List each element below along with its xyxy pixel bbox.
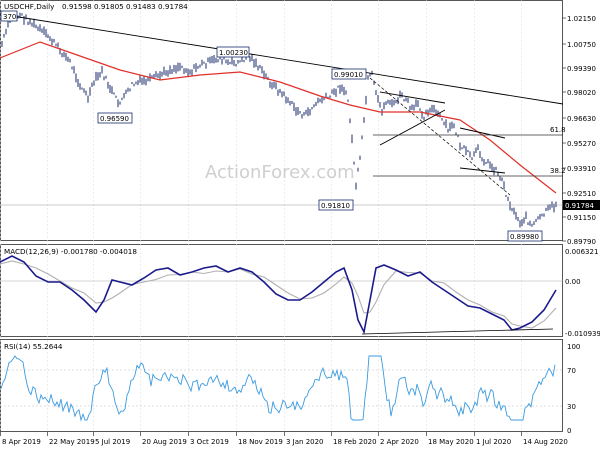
x-tick-label: 18 Nov 2019 bbox=[238, 438, 283, 446]
rsi-label: RSI(14) 55.2644 bbox=[4, 342, 63, 351]
price-panel[interactable] bbox=[0, 0, 563, 241]
svg-text:0.91784: 0.91784 bbox=[565, 202, 594, 210]
macd-label: MACD(12,26,9) -0.001780 -0.004018 bbox=[4, 247, 137, 256]
price-tick-label: 0.89790 bbox=[567, 238, 596, 246]
price-tick-label: 0.96630 bbox=[567, 115, 596, 123]
price-tick-label: 1.02150 bbox=[567, 15, 596, 23]
svg-text:0.99010: 0.99010 bbox=[334, 71, 363, 79]
label-096590-box: 0.96590 bbox=[97, 112, 133, 124]
x-tick-label: 3 Jan 2020 bbox=[286, 438, 324, 446]
rsi-tick-label: 0 bbox=[567, 427, 571, 435]
label-091810-box: 0.91810 bbox=[318, 199, 354, 211]
x-tick-label: 5 Jul 2019 bbox=[95, 438, 130, 446]
fib-618-label: 61.8 bbox=[550, 126, 566, 134]
label-099010-box: 0.99010 bbox=[331, 68, 367, 80]
x-tick-label: 22 May 2019 bbox=[49, 438, 95, 446]
svg-text:0.91810: 0.91810 bbox=[321, 202, 350, 210]
price-tick-label: 0.92510 bbox=[567, 190, 596, 198]
svg-text:370: 370 bbox=[3, 13, 16, 21]
macd-tick-label: -0.010939 bbox=[565, 330, 600, 338]
watermark-text: ActionForex.com bbox=[205, 162, 355, 183]
svg-text:0.96590: 0.96590 bbox=[100, 115, 129, 123]
label-370-box: 370 bbox=[0, 10, 18, 22]
price-tick-label: 0.93910 bbox=[567, 165, 596, 173]
current-price-tag: 0.91784 bbox=[563, 200, 600, 210]
price-tick-label: 1.00750 bbox=[567, 41, 596, 49]
rsi-axis: 100 70 30 0 bbox=[567, 343, 580, 435]
label-100230-box: 1.00230 bbox=[216, 46, 250, 58]
macd-axis: 0.006321 0.00 -0.010939 bbox=[565, 248, 600, 338]
x-tick-label: 1 Jul 2020 bbox=[476, 438, 511, 446]
price-axis: 1.02150 1.00750 0.99390 0.98020 0.96630 0.952… bbox=[562, 15, 596, 246]
svg-text:0.89980: 0.89980 bbox=[510, 233, 539, 241]
label-089980-box: 0.89980 bbox=[507, 230, 543, 242]
rsi-tick-label: 100 bbox=[567, 343, 580, 351]
macd-tick-label: 0.00 bbox=[565, 278, 581, 286]
price-tick-label: 0.95270 bbox=[567, 140, 596, 148]
chart-window: ActionForex.com USDCHF,Daily 0.91598 0.9… bbox=[0, 0, 600, 450]
rsi-tick-label: 70 bbox=[567, 367, 576, 375]
macd-tick-label: 0.006321 bbox=[565, 248, 598, 256]
x-tick-label: 18 Feb 2020 bbox=[333, 438, 377, 446]
x-tick-label: 3 Oct 2019 bbox=[190, 438, 229, 446]
x-tick-label: 8 Apr 2019 bbox=[2, 438, 41, 446]
rsi-panel[interactable] bbox=[0, 339, 563, 432]
x-tick-label: 18 May 2020 bbox=[428, 438, 474, 446]
x-tick-label: 20 Aug 2019 bbox=[142, 438, 187, 446]
macd-panel[interactable] bbox=[0, 244, 563, 337]
price-tick-label: 0.99390 bbox=[567, 65, 596, 73]
x-tick-label: 14 Aug 2020 bbox=[523, 438, 568, 446]
price-tick-label: 0.98020 bbox=[567, 89, 596, 97]
price-tick-label: 0.91150 bbox=[567, 214, 596, 222]
x-tick-label: 2 Apr 2020 bbox=[380, 438, 419, 446]
time-axis: 8 Apr 2019 22 May 2019 5 Jul 2019 20 Aug 20… bbox=[0, 432, 568, 446]
chart-symbol: USDCHF,Daily bbox=[4, 2, 55, 11]
svg-text:1.00230: 1.00230 bbox=[219, 49, 248, 57]
rsi-tick-label: 30 bbox=[567, 403, 576, 411]
chart-canvas[interactable]: ActionForex.com USDCHF,Daily 0.91598 0.9… bbox=[0, 0, 600, 450]
chart-ohlc: 0.91598 0.91805 0.91483 0.91784 bbox=[62, 2, 188, 11]
